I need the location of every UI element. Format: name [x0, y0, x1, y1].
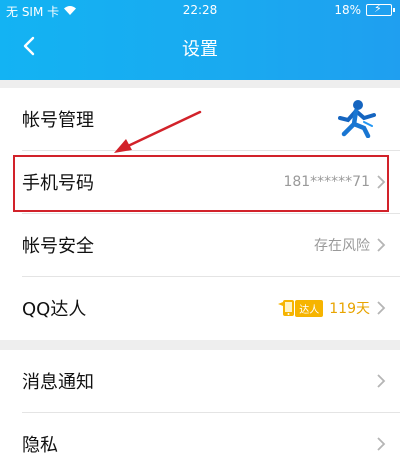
annotation-arrow [114, 110, 202, 153]
